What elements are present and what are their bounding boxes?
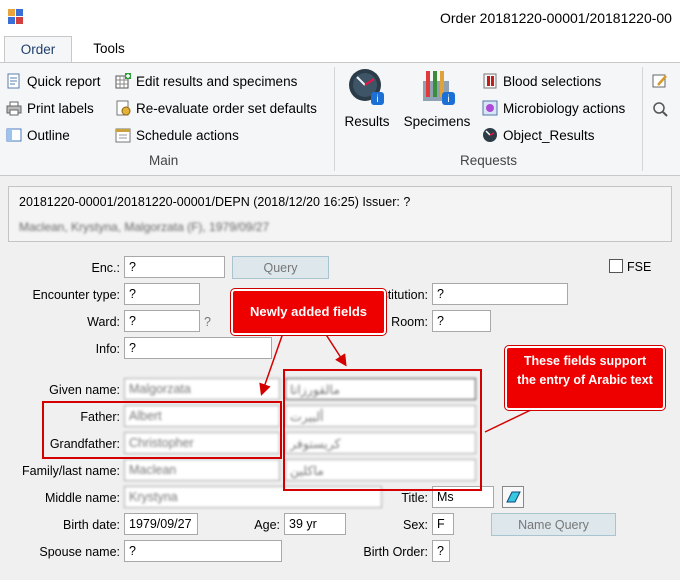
new-fields-callout: Newly added fields <box>231 289 386 335</box>
arabic-note-callout: These fields support the entry of Arabic… <box>505 346 665 410</box>
